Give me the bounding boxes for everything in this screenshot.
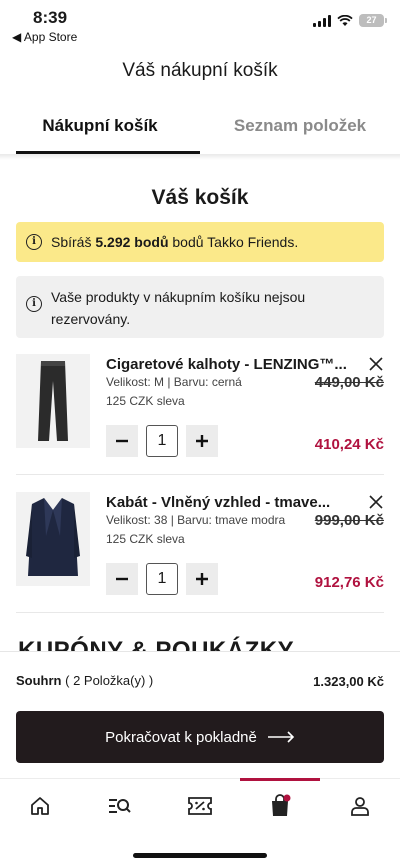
trousers-icon <box>38 361 68 441</box>
back-to-app-store[interactable]: ◀ App Store <box>12 30 77 44</box>
coat-icon <box>26 498 80 576</box>
product-discount: 125 CZK sleva <box>106 532 185 546</box>
tab-bar: Nákupní košík Seznam položek <box>0 104 400 154</box>
shopping-bag-icon <box>272 794 291 816</box>
nav-coupons[interactable] <box>160 779 240 833</box>
info-icon: i <box>26 234 42 250</box>
signal-icon <box>313 14 331 27</box>
account-icon <box>351 797 369 816</box>
checkout-label: Pokračovat k pokladně <box>105 728 257 746</box>
quantity-stepper: 1 <box>106 563 218 595</box>
sale-price: 410,24 Kč <box>314 436 384 453</box>
nav-cart[interactable] <box>240 778 320 833</box>
status-bar: 8:39 ◀ App Store 27 <box>0 0 400 48</box>
remove-item-icon[interactable] <box>368 356 384 372</box>
summary-label[interactable]: Souhrn ( 2 Položka(y) ) <box>16 673 153 688</box>
tab-shopping-cart[interactable]: Nákupní košík <box>0 104 200 154</box>
battery-icon: 27 <box>359 14 387 27</box>
sale-price: 912,76 Kč <box>314 574 384 591</box>
points-notice-text: Sbíráš 5.292 bodů bodů Takko Friends. <box>51 234 298 250</box>
item-divider <box>16 474 384 475</box>
remove-item-icon[interactable] <box>368 494 384 510</box>
decrease-quantity-button[interactable] <box>106 563 138 595</box>
product-image[interactable] <box>16 492 90 586</box>
product-variant: Velikost: M | Barvu: cerná <box>106 375 242 389</box>
reservation-notice-text: Vaše produkty v nákupním košíku nejsou r… <box>51 289 306 327</box>
item-divider <box>16 612 384 613</box>
cart-title: Váš košík <box>151 186 249 209</box>
plus-icon <box>196 435 208 447</box>
cart-item: Cigaretové kalhoty - LENZING™... Velikos… <box>16 352 384 474</box>
original-price: 999,00 Kč <box>311 512 384 529</box>
page-title: Váš nákupní košík <box>122 60 278 81</box>
product-name[interactable]: Cigaretové kalhoty - LENZING™... <box>106 356 356 373</box>
decrease-quantity-button[interactable] <box>106 425 138 457</box>
nav-home[interactable] <box>0 779 80 833</box>
points-prefix: Sbíráš <box>51 234 92 250</box>
product-image[interactable] <box>16 354 90 448</box>
product-discount: 125 CZK sleva <box>106 394 185 408</box>
summary-total: 1.323,00 Kč <box>313 674 384 689</box>
points-suffix: bodů Takko Friends. <box>172 234 299 250</box>
tabs-divider <box>0 154 400 160</box>
reservation-notice: i Vaše produkty v nákupním košíku nejsou… <box>16 276 384 338</box>
original-price: 449,00 Kč <box>311 374 384 391</box>
plus-icon <box>196 573 208 585</box>
increase-quantity-button[interactable] <box>186 563 218 595</box>
search-list-icon <box>109 799 131 813</box>
product-name[interactable]: Kabát - Vlněný vzhled - tmave... <box>106 494 356 511</box>
quantity-stepper: 1 <box>106 425 218 457</box>
nav-search[interactable] <box>80 779 160 833</box>
cart-item: Kabát - Vlněný vzhled - tmave... Velikos… <box>16 490 384 612</box>
arrow-right-icon <box>267 731 295 743</box>
quantity-input[interactable]: 1 <box>146 425 178 457</box>
increase-quantity-button[interactable] <box>186 425 218 457</box>
checkout-button[interactable]: Pokračovat k pokladně <box>16 711 384 763</box>
bottom-navigation <box>0 778 400 866</box>
minus-icon <box>116 577 128 581</box>
summary-title: Souhrn <box>16 673 62 688</box>
nav-account[interactable] <box>320 779 400 833</box>
home-icon <box>31 797 49 815</box>
home-indicator <box>133 853 267 858</box>
coupon-icon <box>188 797 212 815</box>
order-summary-bar: Souhrn ( 2 Položka(y) ) 1.323,00 Kč Pokr… <box>0 651 400 782</box>
wifi-icon <box>337 14 353 26</box>
status-time: 8:39 <box>33 8 68 27</box>
coupons-heading: KUPÓNY & POUKÁZKY <box>18 637 295 652</box>
summary-item-count: ( 2 Položka(y) ) <box>65 673 154 688</box>
status-icons: 27 <box>313 14 387 27</box>
info-icon: i <box>26 296 42 312</box>
quantity-input[interactable]: 1 <box>146 563 178 595</box>
points-value: 5.292 bodů <box>95 234 169 250</box>
product-variant: Velikost: 38 | Barvu: tmave modra <box>106 513 286 527</box>
tab-item-list[interactable]: Seznam položek <box>200 104 400 154</box>
points-notice: i Sbíráš 5.292 bodů bodů Takko Friends. <box>16 222 384 262</box>
minus-icon <box>116 439 128 443</box>
